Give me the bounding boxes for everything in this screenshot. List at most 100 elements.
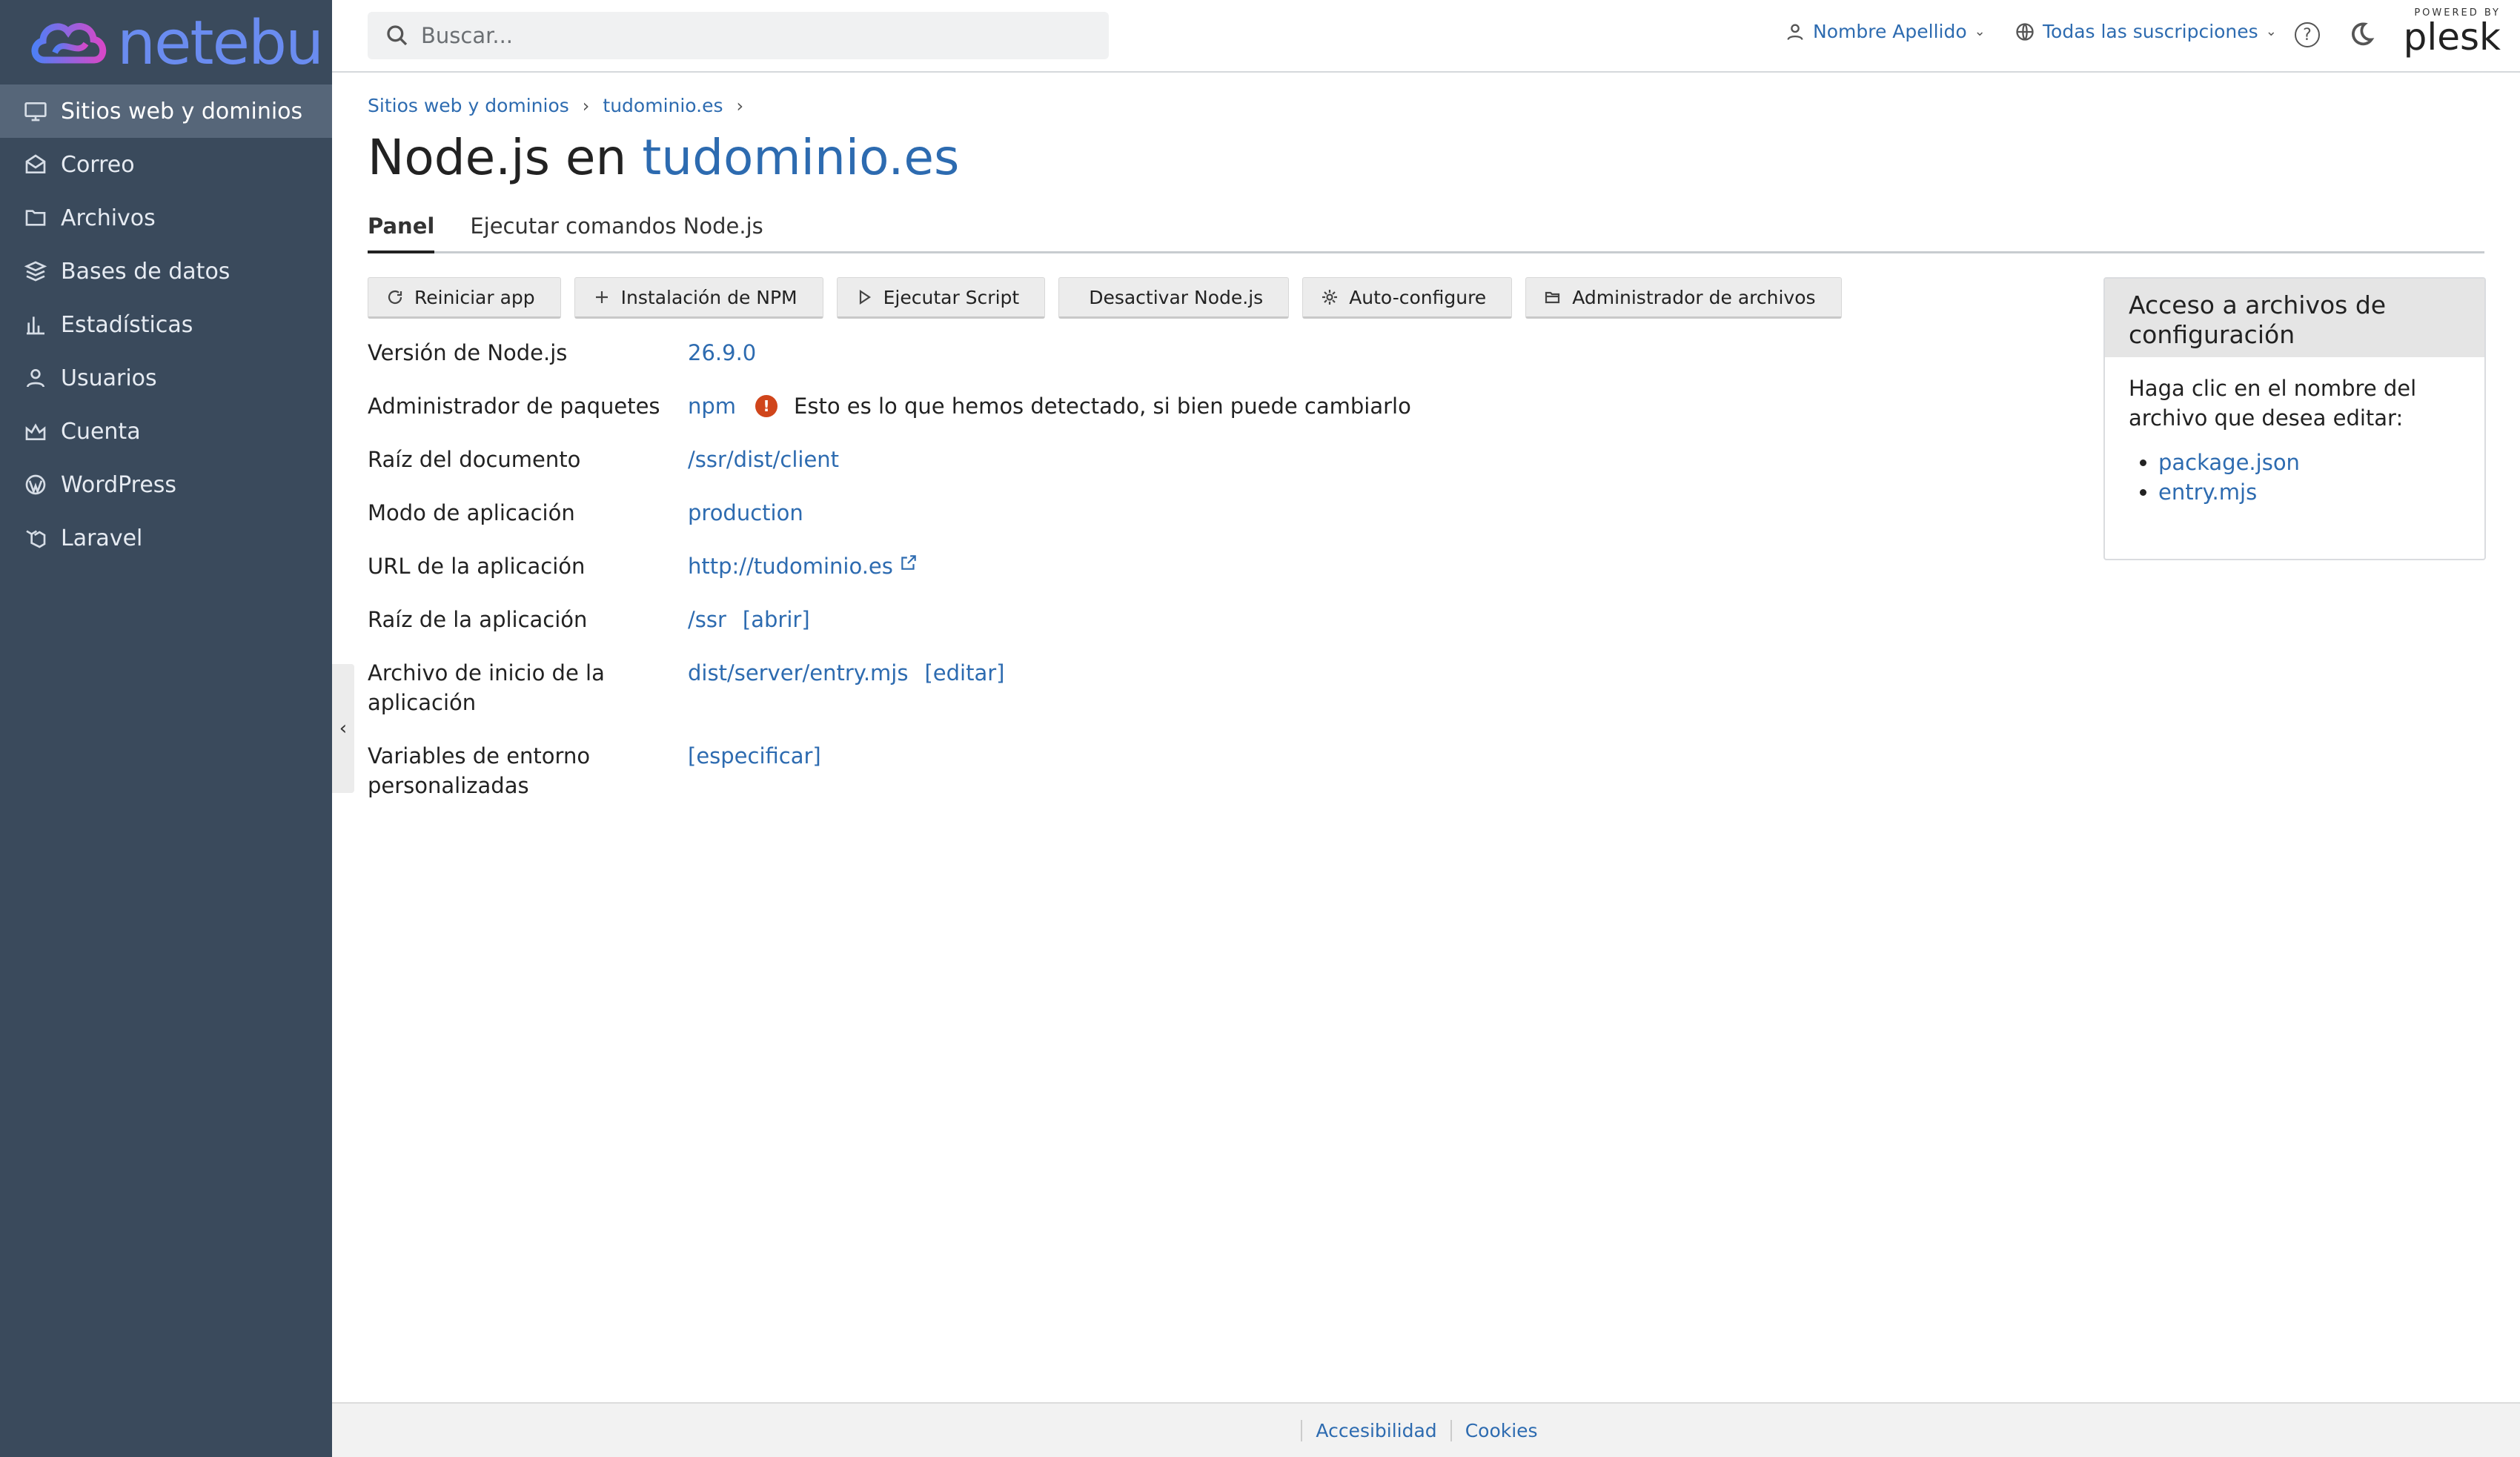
prop-row-env-vars: Variables de entorno personalizadas [esp… [368,741,1776,800]
user-icon [22,365,49,391]
app-mode-link[interactable]: production [688,498,803,528]
cookies-link[interactable]: Cookies [1450,1419,1551,1441]
search-box[interactable] [368,12,1109,59]
sidebar-item-label: Cuenta [61,418,141,445]
prop-label: Variables de entorno personalizadas [368,743,591,798]
sidebar-item-websites[interactable]: Sitios web y dominios [0,84,332,138]
auto-configure-button[interactable]: Auto-configure [1302,277,1513,319]
startup-file-link[interactable]: dist/server/entry.mjs [688,658,908,688]
globe-icon [2016,22,2034,41]
breadcrumb-item-websites[interactable]: Sitios web y dominios [368,95,569,116]
sidebar-item-label: Sitios web y dominios [61,98,303,125]
app-root-link[interactable]: /ssr [688,605,726,634]
prop-label: URL de la aplicación [368,554,586,579]
run-script-button[interactable]: Ejecutar Script [836,277,1046,319]
sidebar-item-label: WordPress [61,471,177,498]
page-title-domain[interactable]: tudominio.es [642,129,959,186]
prop-label: Raíz del documento [368,447,581,472]
file-manager-button[interactable]: Administrador de archivos [1525,277,1842,319]
open-app-root-link[interactable]: [abrir] [743,605,810,634]
brand-name: netebu [117,8,324,79]
search-input[interactable] [421,23,1073,48]
folder-icon [22,205,49,231]
user-icon [1787,24,1803,40]
moon-icon [2352,22,2375,46]
tab-panel[interactable]: Panel [368,213,435,253]
mail-icon [22,151,49,178]
warning-icon: ! [755,395,778,417]
plesk-wordmark: plesk [2403,16,2501,59]
config-files-panel-text: Haga clic en el nombre del archivo que d… [2129,376,2417,431]
document-root-link[interactable]: /ssr/dist/client [688,445,839,474]
prop-row-startup-file: Archivo de inicio de la aplicación dist/… [368,658,1776,741]
sidebar-item-wordpress[interactable]: WordPress [0,458,332,511]
app-url-link[interactable]: http://tudominio.es [688,551,893,581]
sidebar-item-account[interactable]: Cuenta [0,405,332,458]
chart-icon [22,311,49,338]
prop-label: Modo de aplicación [368,500,575,525]
plus-icon [595,291,608,303]
chevron-right-icon: › [736,95,744,116]
sidebar-item-statistics[interactable]: Estadísticas [0,298,332,351]
config-files-panel: Acceso a archivos de configuración Haga … [2103,277,2486,560]
sidebar-item-databases[interactable]: Bases de datos [0,245,332,298]
list-item: entry.mjs [2158,477,2461,507]
help-icon[interactable]: ? [2295,22,2320,47]
button-label: Reiniciar app [414,286,535,308]
disable-nodejs-button[interactable]: Desactivar Node.js [1058,277,1290,319]
restart-app-button[interactable]: Reiniciar app [368,277,561,319]
sidebar-item-label: Usuarios [61,365,157,391]
cloud-logo-icon [31,23,107,64]
sidebar-item-users[interactable]: Usuarios [0,351,332,405]
sidebar-collapse-handle[interactable]: ‹ [332,664,354,793]
dark-mode-toggle[interactable] [2348,21,2375,50]
sidebar-nav: Sitios web y dominios Correo Archivos Ba… [0,84,332,565]
play-icon [859,289,871,305]
sidebar-item-label: Correo [61,151,135,178]
button-label: Instalación de NPM [620,286,798,308]
wordpress-icon [22,471,49,498]
breadcrumb-item-domain[interactable]: tudominio.es [603,95,723,116]
subscriptions-menu[interactable]: Todas las suscripciones ⌄ [2015,21,2277,42]
properties-list: Versión de Node.js 26.9.0 Administrador … [368,338,1776,800]
refresh-icon [388,290,402,305]
nodejs-version-link[interactable]: 26.9.0 [688,338,756,368]
sidebar-item-laravel[interactable]: Laravel [0,511,332,565]
prop-row-version: Versión de Node.js 26.9.0 [368,338,1776,391]
accessibility-link[interactable]: Accesibilidad [1301,1419,1450,1441]
external-link-icon[interactable] [899,553,918,572]
config-files-panel-title: Acceso a archivos de configuración [2105,279,2484,357]
sidebar-item-label: Estadísticas [61,311,193,338]
button-label: Ejecutar Script [883,286,1020,308]
sidebar-item-files[interactable]: Archivos [0,191,332,245]
list-item: package.json [2158,448,2461,477]
prop-row-app-root: Raíz de la aplicación /ssr [abrir] [368,605,1776,658]
sidebar-item-label: Laravel [61,525,143,551]
config-files-list: package.json entry.mjs [2158,448,2461,507]
toolbar: Reiniciar app Instalación de NPM Ejecuta… [368,277,1855,319]
button-label: Desactivar Node.js [1089,286,1264,308]
npm-install-button[interactable]: Instalación de NPM [574,277,823,319]
config-file-link[interactable]: entry.mjs [2158,479,2257,505]
user-menu[interactable]: Nombre Apellido ⌄ [1785,21,1986,42]
edit-startup-file-link[interactable]: [editar] [924,658,1004,688]
specify-env-vars-link[interactable]: [especificar] [688,741,821,771]
folder-open-icon [1545,291,1560,304]
config-files-panel-body: Haga clic en el nombre del archivo que d… [2105,357,2484,523]
button-label: Administrador de archivos [1572,286,1816,308]
sidebar-item-label: Bases de datos [61,258,231,285]
prop-row-document-root: Raíz del documento /ssr/dist/client [368,445,1776,498]
user-name: Nombre Apellido [1813,21,1967,42]
brand-logo[interactable]: netebu [28,8,324,79]
database-icon [22,258,49,285]
prop-label: Raíz de la aplicación [368,607,588,632]
sidebar-item-mail[interactable]: Correo [0,138,332,191]
tab-run-commands[interactable]: Ejecutar comandos Node.js [470,213,763,251]
chevron-down-icon: ⌄ [2265,24,2277,39]
footer: Accesibilidad Cookies [332,1402,2520,1457]
package-manager-link[interactable]: npm [688,391,736,421]
account-icon [22,418,49,445]
page-title: Node.js en tudominio.es [368,129,959,186]
top-header: Nombre Apellido ⌄ Todas las suscripcione… [332,0,2520,73]
config-file-link[interactable]: package.json [2158,450,2300,475]
